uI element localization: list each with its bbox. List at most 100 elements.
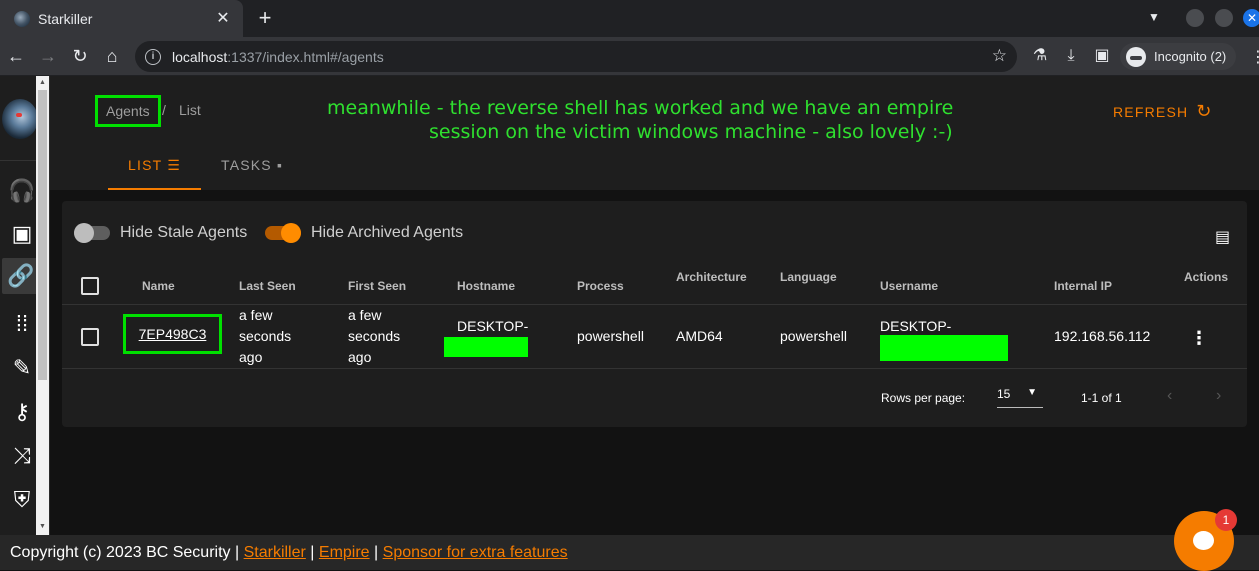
reload-icon[interactable]: ↻: [69, 45, 91, 67]
bookmark-star-icon[interactable]: ☆: [992, 46, 1007, 66]
url-path: :1337/index.html#/agents: [227, 48, 384, 65]
breadcrumb-separator: /: [162, 102, 166, 118]
agent-name-link[interactable]: 7EP498C3: [123, 314, 222, 354]
header-internal-ip[interactable]: Internal IP: [1054, 279, 1112, 293]
header-hostname[interactable]: Hostname: [457, 279, 515, 293]
breadcrumb-agents[interactable]: Agents: [95, 95, 161, 127]
row-divider: [62, 368, 1247, 369]
browser-tabbar: Starkiller ✕ + ▼ ✕: [0, 0, 1259, 37]
site-info-icon[interactable]: i: [145, 48, 161, 65]
copyright-text: Copyright (c) 2023 BC Security |: [10, 544, 240, 561]
sidebar-scroll-thumb[interactable]: [38, 90, 47, 380]
list-icon: ☰: [167, 157, 181, 173]
side-panel-icon[interactable]: ▣: [1092, 46, 1112, 66]
header-username[interactable]: Username: [880, 279, 938, 293]
last-seen-cell: a few seconds ago: [239, 305, 291, 368]
close-window-button[interactable]: ✕: [1243, 9, 1259, 27]
header-architecture[interactable]: Architecture: [676, 270, 747, 284]
header-process[interactable]: Process: [577, 279, 624, 293]
header-actions: Actions: [1184, 270, 1229, 284]
app-sidebar: 🎧 ▣ 🔗 ⁞⁞ ✎ ⚷ ⤨ ⛨ ▲ ▼: [0, 76, 50, 535]
row-checkbox[interactable]: [81, 328, 99, 346]
refresh-button[interactable]: REFRESH ↻: [1113, 101, 1213, 122]
hide-archived-toggle[interactable]: Hide Archived Agents: [265, 223, 464, 243]
incognito-indicator[interactable]: Incognito (2): [1120, 43, 1237, 70]
chat-notification-badge: 1: [1215, 509, 1237, 531]
footer-separator: |: [310, 544, 315, 561]
row-actions-menu-icon[interactable]: ⋮: [1190, 328, 1208, 349]
footer-separator: |: [374, 544, 379, 561]
header-first-seen[interactable]: First Seen: [348, 279, 406, 293]
hostname-redaction: [444, 337, 528, 357]
key-icon[interactable]: ⚷: [8, 398, 36, 426]
tab-search-chevron-icon[interactable]: ▼: [1148, 10, 1160, 24]
home-icon[interactable]: ⌂: [101, 45, 123, 67]
tab-tasks[interactable]: TASKS ▪: [201, 146, 303, 190]
annotation-line-1: meanwhile - the reverse shell has worked…: [327, 97, 954, 119]
hide-stale-knob: [74, 223, 94, 243]
first-seen-line: seconds: [348, 328, 401, 344]
header-last-seen[interactable]: Last Seen: [239, 279, 296, 293]
briefcase-icon[interactable]: ▣: [8, 220, 36, 248]
tabs: LIST ☰ TASKS ▪: [108, 146, 303, 190]
browser-tab[interactable]: Starkiller ✕: [0, 0, 243, 37]
rows-per-page-value: 15: [997, 387, 1011, 401]
hide-stale-track: [74, 223, 110, 243]
labs-flask-icon[interactable]: ⚗: [1030, 46, 1050, 66]
header-name[interactable]: Name: [142, 279, 175, 293]
prev-page-icon[interactable]: ‹: [1167, 387, 1172, 405]
header-language[interactable]: Language: [780, 270, 837, 284]
shield-icon[interactable]: ⛨: [8, 486, 36, 514]
new-tab-button[interactable]: +: [255, 7, 275, 29]
sponsor-link[interactable]: Sponsor for extra features: [383, 544, 568, 561]
next-page-icon[interactable]: ›: [1216, 387, 1221, 405]
empire-link[interactable]: Empire: [319, 544, 370, 561]
starkiller-link[interactable]: Starkiller: [244, 544, 306, 561]
headphones-icon[interactable]: 🎧: [8, 177, 36, 205]
first-seen-line: a few: [348, 307, 382, 323]
rows-per-page-select[interactable]: 15 ▼: [997, 387, 1043, 408]
select-all-checkbox[interactable]: [81, 277, 99, 295]
dropdown-arrow-icon: ▼: [1027, 387, 1037, 398]
browser-menu-icon[interactable]: ⋮: [1250, 47, 1259, 67]
agents-card: Hide Stale Agents Hide Archived Agents ▤…: [62, 201, 1247, 427]
maximize-button[interactable]: [1215, 9, 1233, 27]
hide-archived-label: Hide Archived Agents: [311, 224, 464, 241]
language-cell: powershell: [780, 328, 847, 344]
sidebar-divider: [0, 160, 36, 161]
modules-grid-icon[interactable]: ⁞⁞: [8, 310, 36, 338]
favicon-icon: [14, 10, 30, 27]
first-seen-line: ago: [348, 349, 372, 365]
minimize-button[interactable]: [1186, 9, 1204, 27]
tab-list[interactable]: LIST ☰: [108, 146, 201, 190]
architecture-cell: AMD64: [676, 328, 723, 344]
back-arrow-icon[interactable]: ←: [5, 45, 27, 67]
first-seen-cell: a few seconds ago: [348, 305, 400, 368]
scroll-down-arrow-icon[interactable]: ▼: [38, 522, 47, 532]
shuffle-icon[interactable]: ⤨: [8, 442, 36, 470]
last-seen-line: seconds: [239, 328, 292, 344]
columns-icon[interactable]: ▤: [1215, 227, 1230, 247]
process-cell: powershell: [577, 328, 644, 344]
download-icon[interactable]: ⤓: [1061, 46, 1081, 66]
hide-stale-toggle[interactable]: Hide Stale Agents: [74, 223, 248, 243]
rows-per-page-label: Rows per page:: [881, 391, 966, 405]
pen-icon[interactable]: ✎: [8, 354, 36, 382]
hide-stale-label: Hide Stale Agents: [120, 224, 248, 241]
agents-link-icon[interactable]: 🔗: [2, 258, 40, 294]
close-tab-icon[interactable]: ✕: [215, 10, 231, 27]
annotation-line-2: session on the victim windows machine - …: [429, 121, 953, 143]
page-header: Agents / List meanwhile - the reverse sh…: [50, 76, 1259, 190]
breadcrumb-list: List: [179, 102, 201, 118]
last-seen-line: a few: [239, 307, 273, 323]
pagination-range: 1-1 of 1: [1081, 391, 1122, 405]
address-bar[interactable]: i localhost:1337/index.html#/agents ☆: [135, 41, 1017, 72]
refresh-icon: ↻: [1196, 101, 1213, 121]
incognito-icon: [1126, 46, 1146, 67]
internal-ip-cell: 192.168.56.112: [1054, 328, 1151, 344]
starkiller-logo[interactable]: [2, 99, 38, 139]
chat-bubble-icon: [1193, 531, 1214, 550]
forward-arrow-icon[interactable]: →: [37, 45, 59, 67]
tab-title: Starkiller: [38, 10, 93, 27]
scroll-up-arrow-icon[interactable]: ▲: [38, 78, 47, 88]
